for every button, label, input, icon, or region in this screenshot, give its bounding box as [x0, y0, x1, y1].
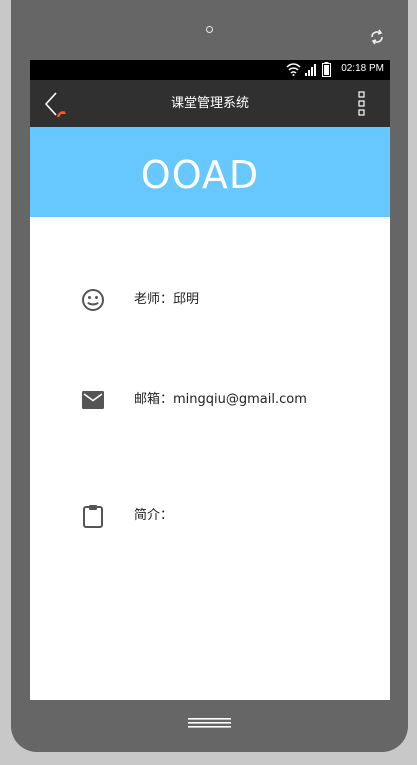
- intro-text: 简介：: [134, 501, 173, 531]
- status-time: 02:18 PM: [341, 63, 384, 74]
- rotate-screen-icon[interactable]: [368, 28, 386, 46]
- intro-label: 简介：: [134, 508, 174, 523]
- course-title: OOAD: [140, 153, 260, 197]
- home-menu-icon[interactable]: [188, 717, 231, 729]
- cellular-signal-icon: [305, 64, 316, 76]
- teacher-text: 老师：邱明: [134, 285, 199, 315]
- status-bar: 02:18 PM: [30, 60, 390, 80]
- email-label: 邮箱：: [134, 392, 174, 407]
- teacher-label: 老师：: [134, 292, 174, 307]
- battery-icon: [322, 62, 331, 77]
- front-camera-icon: [206, 26, 213, 33]
- clipboard-icon: [83, 505, 103, 528]
- email-text: 邮箱：mingqiu@gmail.com: [134, 385, 307, 415]
- intro-row: 简介：: [30, 501, 390, 531]
- app-title: 课堂管理系统: [170, 96, 249, 111]
- teacher-name: 邱明: [173, 292, 200, 307]
- more-vertical-icon[interactable]: [356, 91, 368, 117]
- envelope-icon: [82, 391, 104, 409]
- course-banner: OOAD: [30, 127, 390, 217]
- wifi-icon: [286, 63, 301, 76]
- email-address: mingqiu@gmail.com: [173, 392, 307, 407]
- email-row: 邮箱：mingqiu@gmail.com: [30, 385, 390, 415]
- app-bar: 课堂管理系统: [30, 80, 390, 127]
- app-screen: 02:18 PM 课堂管理系统 OOAD 老师：邱明 邮箱：mingqiu@gm…: [30, 60, 390, 700]
- device-background: 02:18 PM 课堂管理系统 OOAD 老师：邱明 邮箱：mingqiu@gm…: [0, 0, 417, 765]
- smiley-face-icon: [82, 289, 104, 311]
- back-arrow-icon[interactable]: [40, 88, 70, 120]
- teacher-row: 老师：邱明: [30, 285, 390, 315]
